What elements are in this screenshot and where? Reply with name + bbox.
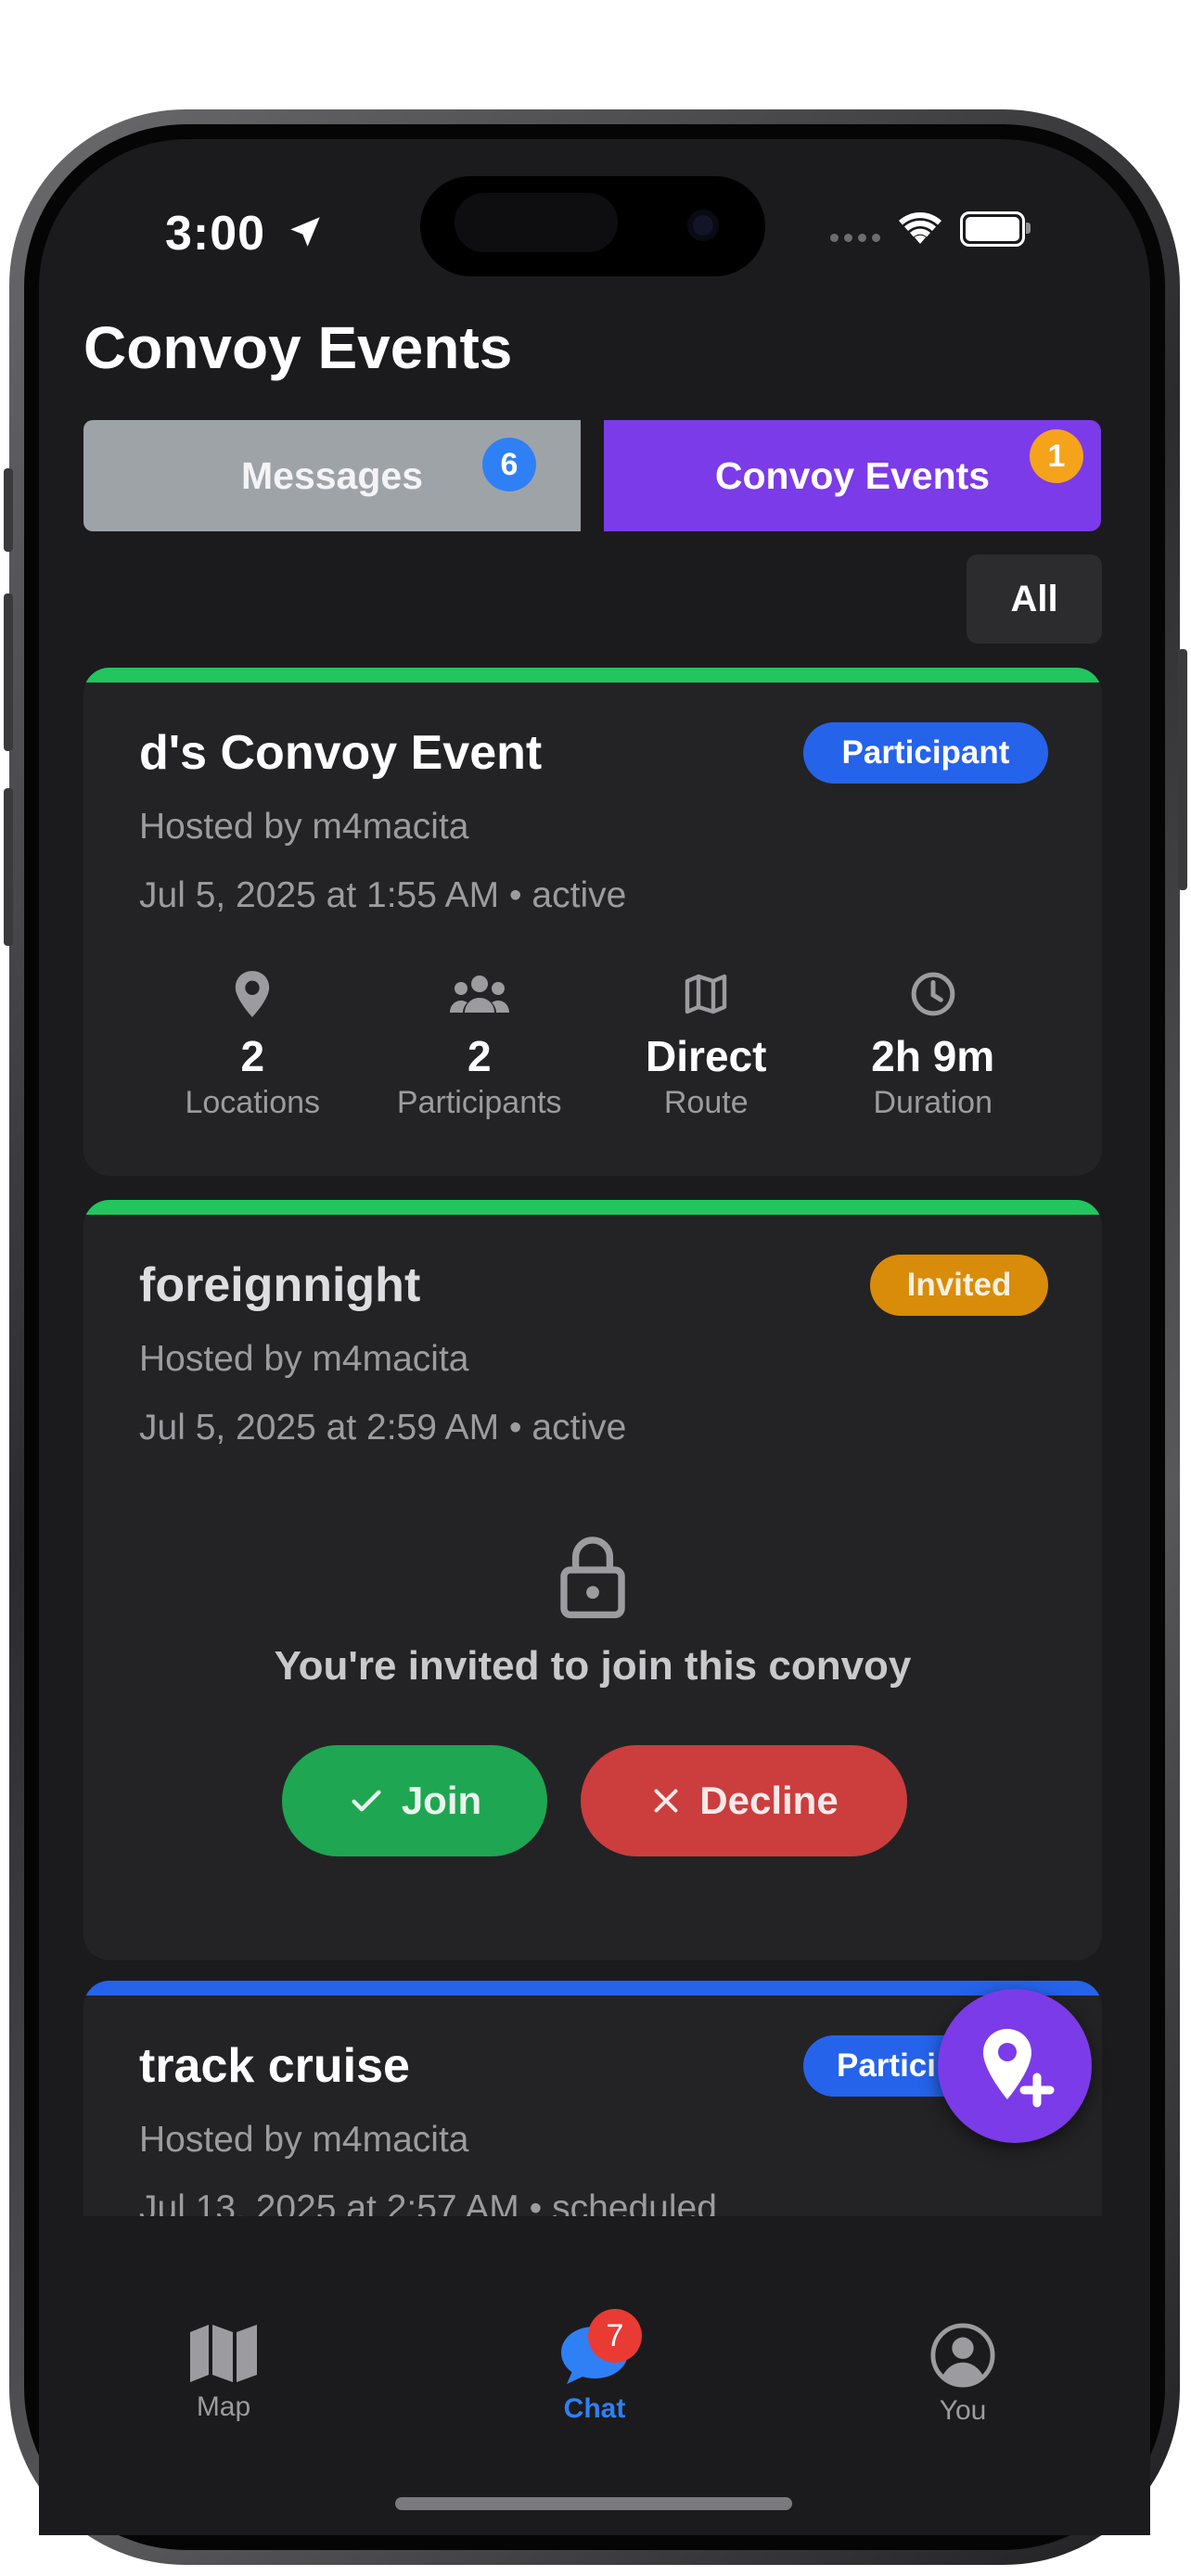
add-location-icon (983, 2029, 1055, 2108)
stat-label: Route (663, 1085, 749, 1120)
stat-locations: 2 Locations (139, 966, 366, 1133)
map-icon (684, 966, 728, 1022)
event-card[interactable]: foreignnight Invited Hosted by m4macita … (83, 1200, 1102, 1960)
tab-convoy-events-label: Convoy Events (714, 453, 991, 497)
invite-message: You're invited to join this convoy (274, 1643, 912, 1689)
stat-participants: 2 Participants (366, 966, 594, 1133)
tab-messages-label: Messages (240, 453, 423, 497)
check-icon (352, 1790, 381, 1812)
nav-map[interactable]: Map (131, 2323, 316, 2423)
volume-down-button (4, 788, 13, 946)
stat-label: Duration (873, 1085, 992, 1120)
event-host: Hosted by m4macita (139, 2120, 469, 2160)
join-button[interactable]: Join (282, 1745, 547, 1856)
status-stripe-active (83, 1200, 1102, 1215)
location-arrow-icon (289, 217, 320, 247)
clock-icon (910, 966, 956, 1022)
stat-value: 2 (240, 1032, 265, 1080)
map-icon (190, 2325, 257, 2382)
event-stats: 2 Locations 2 Participants Direct Route … (83, 966, 1102, 1133)
status-time: 3:00 (165, 206, 325, 261)
stat-value: 2h 9m (871, 1032, 995, 1080)
chat-unread-badge: 7 (588, 2309, 642, 2363)
event-date-status: Jul 13, 2025 at 2:57 AM • scheduled (139, 2188, 717, 2216)
profile-icon (930, 2323, 995, 2388)
front-camera (687, 210, 719, 241)
event-host: Hosted by m4macita (139, 1339, 469, 1379)
volume-up-button (4, 593, 13, 751)
users-icon (449, 966, 509, 1022)
nav-map-label: Map (196, 2391, 251, 2422)
event-date-status: Jul 5, 2025 at 2:59 AM • active (139, 1408, 627, 1447)
nav-chat-label: Chat (563, 2393, 626, 2424)
role-badge-invited: Invited (870, 1255, 1048, 1316)
dynamic-island-sensor (455, 193, 618, 252)
status-stripe-scheduled (83, 1981, 1102, 1996)
stat-label: Participants (396, 1085, 562, 1120)
convoy-events-count-badge: 1 (1030, 429, 1083, 483)
action-button (4, 468, 13, 552)
event-title: track cruise (139, 2039, 410, 2093)
stat-route: Direct Route (593, 966, 820, 1133)
messages-count-badge: 6 (482, 438, 536, 491)
location-pin-icon (231, 966, 274, 1022)
event-title: foreignnight (139, 1258, 421, 1312)
filter-all-button[interactable]: All (967, 555, 1102, 644)
stat-duration: 2h 9m Duration (820, 966, 1047, 1133)
join-button-label: Join (401, 1779, 482, 1822)
role-badge-participant: Participant (803, 722, 1048, 784)
tab-convoy-events[interactable]: Convoy Events (604, 420, 1101, 531)
status-stripe-active (83, 668, 1102, 682)
home-indicator[interactable] (395, 2497, 792, 2510)
stat-value: Direct (646, 1032, 767, 1080)
stat-label: Locations (185, 1085, 321, 1120)
event-title: d's Convoy Event (139, 726, 543, 780)
event-host: Hosted by m4macita (139, 807, 469, 847)
nav-you[interactable]: You (870, 2323, 1056, 2427)
cellular-signal-icon (830, 233, 880, 242)
nav-you-label: You (939, 2395, 987, 2426)
event-card[interactable]: d's Convoy Event Participant Hosted by m… (83, 668, 1102, 1176)
event-date-status: Jul 5, 2025 at 1:55 AM • active (139, 875, 627, 915)
close-icon (654, 1789, 678, 1813)
status-indicators (830, 206, 1031, 252)
add-location-fab[interactable] (938, 1989, 1092, 2143)
decline-button-label: Decline (699, 1779, 839, 1822)
decline-button[interactable]: Decline (581, 1745, 907, 1856)
battery-icon (960, 211, 1031, 247)
power-button (1178, 649, 1187, 890)
lock-icon (83, 1534, 1102, 1619)
page-title: Convoy Events (83, 314, 513, 381)
wifi-icon (899, 212, 941, 244)
stat-value: 2 (467, 1032, 492, 1080)
